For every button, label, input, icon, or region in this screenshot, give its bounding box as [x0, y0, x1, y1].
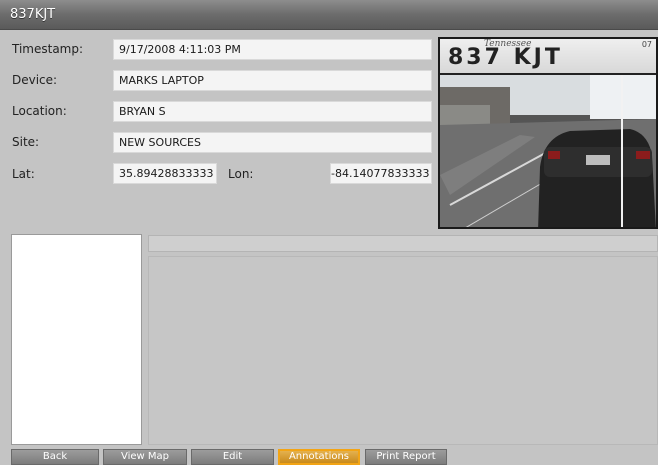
timestamp-label: Timestamp:: [12, 42, 84, 56]
lat-field[interactable]: 35.89428833333: [113, 163, 217, 184]
site-field[interactable]: NEW SOURCES: [113, 132, 432, 153]
notes-list[interactable]: [11, 234, 142, 445]
site-label: Site:: [12, 135, 40, 149]
window-title: 837KJT: [10, 7, 56, 22]
device-field[interactable]: MARKS LAPTOP: [113, 70, 432, 91]
location-label: Location:: [12, 104, 67, 118]
location-field[interactable]: BRYAN S: [113, 101, 432, 122]
plate-text: 837 KJT: [448, 45, 563, 70]
timestamp-field[interactable]: 9/17/2008 4:11:03 PM: [113, 39, 432, 60]
annotation-header-bar: [148, 235, 658, 252]
lon-field[interactable]: -84.14077833333: [330, 163, 432, 184]
plate-crop: Tennessee 837 KJT 07: [440, 39, 656, 75]
annotation-content-area[interactable]: [148, 256, 658, 445]
lon-label: Lon:: [228, 167, 254, 181]
plate-capture-image[interactable]: Tennessee 837 KJT 07: [438, 37, 658, 229]
street-scene-image: [440, 75, 656, 227]
title-bar: 837KJT: [0, 0, 658, 30]
lat-label: Lat:: [12, 167, 35, 181]
device-label: Device:: [12, 73, 58, 87]
plate-code: 07: [641, 40, 652, 49]
